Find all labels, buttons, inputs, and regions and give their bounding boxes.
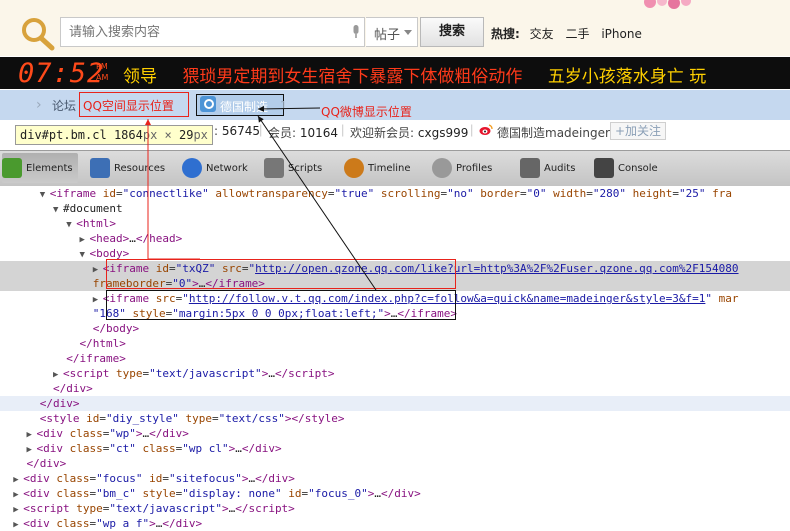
profiles-icon [432,158,452,178]
posts-count: : 56745 [214,124,261,138]
dom-node-iframe[interactable]: ▼ <iframe id="connectlike" allowtranspare… [0,186,790,201]
qq-weibo-icon [200,96,216,112]
ticker-item[interactable]: 五岁小孩落水身亡 玩 [548,67,706,87]
search-scope-label: 帖子 [374,28,401,43]
dom-node-div-wpaf[interactable]: ▶ <div class="wp a f">…</div> [0,516,790,531]
search-button[interactable]: 搜索 [420,17,484,47]
dom-node-head[interactable]: ▶ <head>…</head> [0,231,790,246]
dom-node-html-close[interactable]: </html> [0,336,790,351]
stats-divider: | [259,122,263,137]
newest-member-label: 欢迎新会员: [350,126,415,140]
dom-tree: ▼ <iframe id="connectlike" allowtranspare… [0,186,790,530]
dom-node-iframe-close[interactable]: </iframe> [0,351,790,366]
search-scope-select[interactable]: 帖子 [366,17,418,47]
tab-audits[interactable]: Audits [520,153,584,183]
tab-label: Scripts [288,163,323,174]
ticker-item[interactable]: 猥琐男定期到女生宿舍下暴露下体做粗俗动作 [182,67,522,87]
tab-timeline[interactable]: Timeline [344,153,422,183]
qq-weibo-count: 1 [280,99,287,112]
network-icon [182,158,202,178]
hot-search-item[interactable]: 二手 [565,27,589,41]
inspect-tooltip-selector: div#pt.bm.cl [20,128,107,142]
tab-elements[interactable]: Elements [2,153,78,183]
newest-member-link[interactable]: cxgs999 [418,126,468,140]
dom-node-document[interactable]: ▼ #document [0,201,790,216]
inspect-tooltip-width: 1864 [113,128,143,142]
search-logo-icon [22,18,55,51]
dom-node-div-focus[interactable]: ▶ <div class="focus" id="sitefocus">…</di… [0,471,790,486]
members-count: 会员: 10164 [268,124,338,141]
inspect-tooltip-unit: px [193,128,208,142]
dom-node-div-bmc[interactable]: ▶ <div class="bm_c" style="display: none"… [0,486,790,501]
tab-label: Resources [114,163,166,174]
dom-node-div-wp[interactable]: ▶ <div class="wp">…</div> [0,426,790,441]
qzone-iframe-annotation-box [106,259,456,289]
news-ticker: 07:52 PM AM 领导 猥琐男定期到女生宿舍下暴露下体做粗俗动作 五岁小孩… [0,57,790,89]
scripts-icon [264,158,284,178]
dom-node-div-close[interactable]: </div> [0,396,790,411]
tab-network[interactable]: Network [182,153,256,183]
chevron-down-icon [404,30,412,35]
stats-divider: | [470,122,474,137]
members-value: 10164 [299,126,339,140]
search-input-wrapper [60,17,365,47]
tab-label: Profiles [456,163,493,174]
clock-ampm: PM AM [96,61,108,83]
tab-label: Timeline [368,163,411,174]
ticker-item[interactable]: 领导 [123,67,157,87]
tab-scripts[interactable]: Scripts [264,153,334,183]
tab-label: Console [618,163,658,174]
hot-search-item[interactable]: iPhone [601,27,642,41]
weibo-iframe-annotation-box [106,290,456,320]
tab-label: Network [206,163,248,174]
header-decoration [644,0,691,9]
microphone-icon[interactable] [352,25,360,39]
qzone-annotation-label: QQ空间显示位置 [83,99,174,113]
tab-label: Elements [26,163,73,174]
newest-member: 欢迎新会员: cxgs999 [350,124,468,141]
elements-icon [2,158,22,178]
ticker-headlines: 领导 猥琐男定期到女生宿舍下暴露下体做粗俗动作 五岁小孩落水身亡 玩 [123,62,726,87]
tab-resources[interactable]: Resources [90,153,174,183]
timeline-icon [344,158,364,178]
led-clock: 07:52 [18,58,105,89]
inspect-tooltip: div#pt.bm.cl 1864px × 29px [15,125,213,145]
inspect-tooltip-times: × [164,128,172,142]
qq-weibo-button-label: 德国制造 [220,100,269,114]
dom-node-script[interactable]: ▶ <script type="text/javascript">…</scrip… [0,501,790,516]
dom-node-div-ct[interactable]: ▶ <div class="ct" class="wp cl">…</div> [0,441,790,456]
breadcrumb-forum-link[interactable]: 论坛 [52,97,76,114]
clock-am: AM [96,73,109,82]
dom-node-div-close[interactable]: </div> [0,456,790,471]
qq-weibo-annotation-label: QQ微博显示位置 [321,105,412,119]
members-label: 会员: [268,126,297,140]
tab-console[interactable]: Console [594,153,666,183]
sina-weibo-icon [479,124,493,135]
audits-icon [520,158,540,178]
hot-search-label: 热搜: [491,27,520,41]
stats-divider: | [341,122,345,137]
dom-node-html[interactable]: ▼ <html> [0,216,790,231]
tab-label: Audits [544,163,576,174]
search-input[interactable] [61,18,347,46]
breadcrumb-separator-icon: › [36,97,42,113]
weibo-account-link[interactable]: 德国制造madeinger [497,124,610,141]
dom-node-style[interactable]: <style id="diy_style" type="text/css"></… [0,411,790,426]
dom-node-body-close[interactable]: </body> [0,321,790,336]
inspect-tooltip-height: 29 [179,128,194,142]
console-icon [594,158,614,178]
follow-button[interactable]: +加关注 [610,122,667,140]
hot-search-item[interactable]: 交友 [530,27,554,41]
tab-profiles[interactable]: Profiles [432,153,510,183]
posts-count-value: 56745 [221,124,261,138]
hot-search-list: 热搜: 交友 二手 iPhone [491,25,650,42]
inspect-tooltip-unit: px [142,128,158,142]
resources-icon [90,158,110,178]
dom-node-script[interactable]: ▶ <script type="text/javascript">…</scrip… [0,366,790,381]
dom-node-div-close[interactable]: </div> [0,381,790,396]
clock-pm: PM [96,62,108,71]
